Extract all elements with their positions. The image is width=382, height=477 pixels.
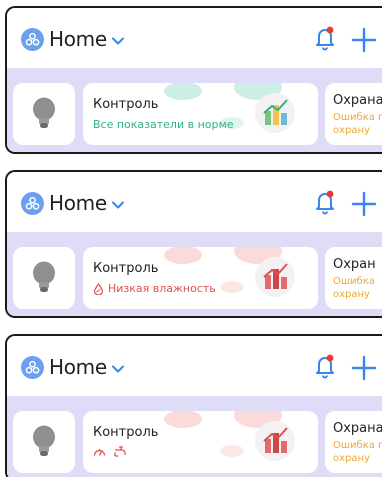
header: Home xyxy=(7,172,382,232)
control-title: Контроль xyxy=(93,261,159,276)
plus-icon xyxy=(351,27,377,53)
notifications-button[interactable] xyxy=(313,25,337,51)
security-status-line2: охрану xyxy=(333,125,370,136)
cloud-decoration-icon xyxy=(164,83,202,100)
widgets-strip: Контроль Низкая влажность Охран Ошибка о… xyxy=(7,232,382,316)
home-logo-icon xyxy=(21,27,44,51)
home-label: Home xyxy=(49,191,107,215)
lamp-card[interactable] xyxy=(13,247,75,309)
chevron-down-icon xyxy=(111,365,124,372)
chart-icon xyxy=(263,263,288,289)
add-button[interactable] xyxy=(351,27,377,53)
humidity-icon xyxy=(93,282,104,295)
home-selector[interactable]: Home xyxy=(21,24,124,54)
lamp-card[interactable] xyxy=(13,83,75,145)
security-card[interactable]: Охрана Ошибка п охрану xyxy=(325,411,382,473)
home-label: Home xyxy=(49,27,107,51)
control-card[interactable]: Контроль xyxy=(83,411,318,473)
notifications-button[interactable] xyxy=(313,353,337,379)
control-title: Контроль xyxy=(93,97,159,112)
security-status: Ошибка п охрану xyxy=(333,439,382,465)
control-card[interactable]: Контроль Все показатели в норме xyxy=(83,83,318,145)
home-selector[interactable]: Home xyxy=(21,352,124,382)
home-selector[interactable]: Home xyxy=(21,188,124,218)
cloud-decoration-icon xyxy=(164,247,202,264)
dashboard-panel: Home Контроль Все показатели в норме Охр… xyxy=(5,6,382,154)
cloud-decoration-icon xyxy=(164,411,202,428)
security-card[interactable]: Охран Ошибка охрану xyxy=(325,247,382,309)
lamp-icon xyxy=(31,261,57,299)
header: Home xyxy=(7,8,382,68)
widgets-strip: Контроль Все показатели в норме Охрана О… xyxy=(7,68,382,152)
chart-icon xyxy=(263,427,288,453)
plus-icon xyxy=(351,355,377,381)
security-status-line1: Ошибка п xyxy=(333,440,382,451)
add-button[interactable] xyxy=(351,191,377,217)
chevron-down-icon xyxy=(111,37,124,44)
security-title: Охран xyxy=(333,257,376,272)
dashboard-panel: Home Контроль xyxy=(5,170,382,318)
security-title: Охрана xyxy=(333,421,382,436)
bell-icon xyxy=(316,26,334,51)
control-card[interactable]: Контроль Низкая влажность xyxy=(83,247,318,309)
cloud-decoration-icon xyxy=(220,281,244,293)
bell-icon xyxy=(316,354,334,379)
security-status-line2: охрану xyxy=(333,289,370,300)
chart-icon xyxy=(263,99,288,125)
security-status-line2: охрану xyxy=(333,453,370,464)
bell-icon xyxy=(316,190,334,215)
control-status: Низкая влажность xyxy=(93,282,216,295)
cloud-decoration-icon xyxy=(220,445,244,457)
control-status: Все показатели в норме xyxy=(93,118,234,131)
control-status-text: Низкая влажность xyxy=(108,282,216,295)
faucet-icon xyxy=(114,446,126,457)
dashboard-panel: Home Контроль xyxy=(5,334,382,477)
widgets-strip: Контроль Охрана Ошибка п охрану xyxy=(7,396,382,477)
lamp-icon xyxy=(31,425,57,463)
security-status: Ошибка охрану xyxy=(333,275,375,301)
home-logo-icon xyxy=(21,191,44,215)
chevron-down-icon xyxy=(111,201,124,208)
alert-icons xyxy=(93,446,128,457)
security-card[interactable]: Охрана Ошибка п охрану xyxy=(325,83,382,145)
security-status-line1: Ошибка xyxy=(333,276,375,287)
security-status-line1: Ошибка п xyxy=(333,112,382,123)
home-label: Home xyxy=(49,355,107,379)
lamp-icon xyxy=(31,97,57,135)
home-logo-icon xyxy=(21,355,44,379)
control-title: Контроль xyxy=(93,425,159,440)
add-button[interactable] xyxy=(351,355,377,381)
gauge-icon xyxy=(93,449,106,456)
security-title: Охрана xyxy=(333,93,382,108)
header: Home xyxy=(7,336,382,396)
plus-icon xyxy=(351,191,377,217)
notifications-button[interactable] xyxy=(313,189,337,215)
security-status: Ошибка п охрану xyxy=(333,111,382,137)
screen: Home Контроль Все показатели в норме Охр… xyxy=(0,0,382,477)
lamp-card[interactable] xyxy=(13,411,75,473)
